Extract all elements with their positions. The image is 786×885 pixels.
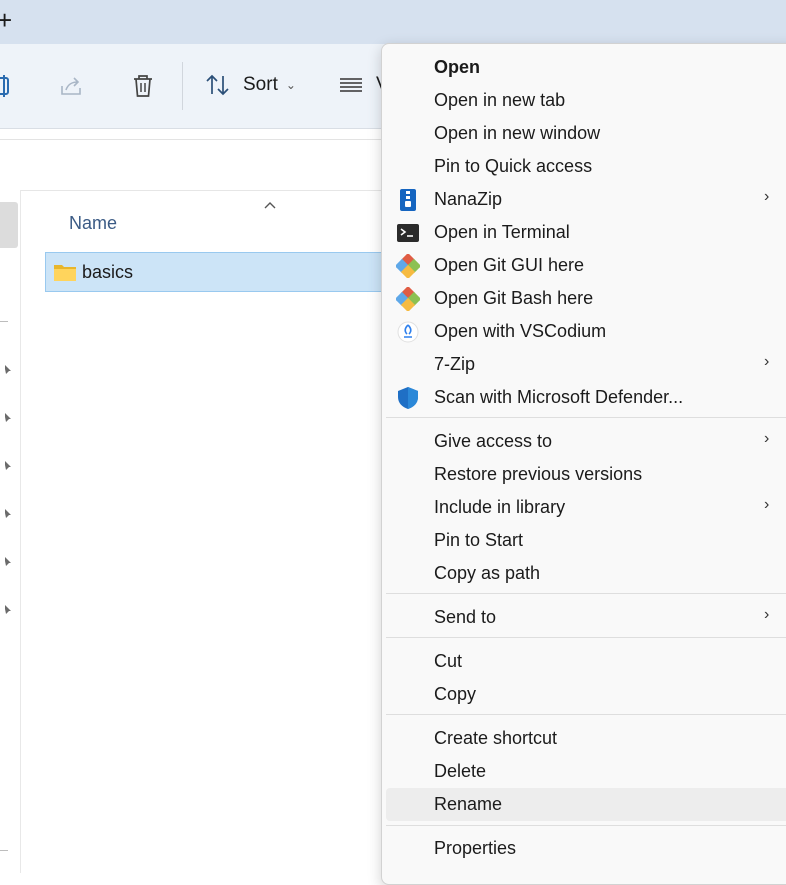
menu-item-label: Delete: [434, 761, 487, 781]
menu-item-copy-as-path[interactable]: Copy as path: [386, 557, 786, 590]
file-name: basics: [82, 262, 134, 282]
menu-separator: [386, 417, 786, 418]
menu-item-open[interactable]: Open: [386, 51, 786, 84]
share-icon[interactable]: [58, 72, 86, 100]
menu-item-label: Cut: [434, 651, 463, 671]
nav-divider: [0, 850, 8, 851]
column-header-name[interactable]: Name: [69, 213, 117, 234]
menu-item-include-library[interactable]: Include in library ›: [386, 491, 786, 524]
menu-item-label: Properties: [434, 838, 517, 858]
menu-item-open-new-tab[interactable]: Open in new tab: [386, 84, 786, 117]
toolbar-separator: [182, 62, 183, 110]
folder-icon: [54, 265, 76, 281]
git-icon: [396, 287, 420, 311]
menu-item-pin-quick-access[interactable]: Pin to Quick access: [386, 150, 786, 183]
menu-item-label: Create shortcut: [434, 728, 558, 748]
menu-item-create-shortcut[interactable]: Create shortcut: [386, 722, 786, 755]
menu-item-label: Open in Terminal: [434, 222, 570, 242]
sort-ascending-icon: [264, 202, 276, 209]
rename-icon[interactable]: [0, 72, 18, 100]
menu-item-label: Pin to Quick access: [434, 156, 593, 176]
sort-icon: [206, 74, 229, 96]
pin-icon: [2, 557, 11, 566]
menu-item-nanazip[interactable]: NanaZip ›: [386, 183, 786, 216]
chevron-down-icon: ⌄: [285, 78, 296, 92]
menu-item-label: NanaZip: [434, 189, 503, 209]
menu-item-copy[interactable]: Copy: [386, 678, 786, 711]
menu-item-label: Open in new tab: [434, 90, 566, 110]
nanazip-icon: [400, 189, 416, 211]
menu-item-send-to[interactable]: Send to ›: [386, 601, 786, 634]
menu-item-label: Pin to Start: [434, 530, 524, 550]
menu-item-label: 7-Zip: [434, 354, 476, 374]
nav-selected-item[interactable]: [0, 202, 18, 248]
menu-item-label: Open Git GUI here: [434, 255, 585, 275]
menu-item-label: Give access to: [434, 431, 553, 451]
vscodium-icon: [397, 321, 419, 343]
menu-item-cut[interactable]: Cut: [386, 645, 786, 678]
menu-item-7zip[interactable]: 7-Zip ›: [386, 348, 786, 381]
menu-item-open-vscodium[interactable]: Open with VSCodium: [386, 315, 786, 348]
navigation-pane: [0, 190, 21, 873]
terminal-icon: [397, 224, 419, 242]
menu-item-properties[interactable]: Properties: [386, 832, 786, 865]
defender-shield-icon: [398, 387, 418, 409]
pin-icon: [2, 461, 11, 470]
chevron-right-icon: ›: [764, 188, 770, 205]
chevron-right-icon: ›: [764, 353, 770, 370]
menu-item-label: Open Git Bash here: [434, 288, 594, 308]
menu-item-restore-versions[interactable]: Restore previous versions: [386, 458, 786, 491]
menu-item-delete[interactable]: Delete: [386, 755, 786, 788]
file-row[interactable]: basics: [45, 252, 405, 292]
pin-icon: [2, 509, 11, 518]
context-menu: Open Open in new tab Open in new window …: [381, 43, 786, 885]
pin-icon: [2, 605, 11, 614]
menu-item-label: Restore previous versions: [434, 464, 643, 484]
menu-item-open-git-bash[interactable]: Open Git Bash here: [386, 282, 786, 315]
menu-item-scan-defender[interactable]: Scan with Microsoft Defender...: [386, 381, 786, 414]
sort-button[interactable]: Sort ⌄: [205, 70, 296, 100]
menu-item-label: Include in library: [434, 497, 566, 517]
new-tab-button[interactable]: +: [0, 6, 12, 34]
menu-item-label: Rename: [434, 794, 503, 814]
menu-separator: [386, 825, 786, 826]
menu-item-give-access[interactable]: Give access to ›: [386, 425, 786, 458]
delete-icon[interactable]: [129, 72, 157, 100]
menu-separator: [386, 637, 786, 638]
title-bar: +: [0, 0, 786, 44]
menu-item-label: Open: [434, 57, 481, 77]
menu-separator: [386, 714, 786, 715]
chevron-right-icon: ›: [764, 496, 770, 513]
view-icon: [340, 78, 362, 92]
menu-item-label: Copy: [434, 684, 477, 704]
menu-separator: [386, 593, 786, 594]
pin-icon: [2, 365, 11, 374]
menu-item-label: Copy as path: [434, 563, 541, 583]
menu-item-rename[interactable]: Rename: [386, 788, 786, 821]
chevron-right-icon: ›: [764, 606, 770, 623]
menu-item-label: Open in new window: [434, 123, 601, 143]
sort-label: Sort: [243, 74, 278, 95]
menu-item-open-terminal[interactable]: Open in Terminal: [386, 216, 786, 249]
git-icon: [396, 254, 420, 278]
menu-item-label: Send to: [434, 607, 497, 627]
menu-item-label: Scan with Microsoft Defender...: [434, 387, 684, 407]
menu-item-open-new-window[interactable]: Open in new window: [386, 117, 786, 150]
menu-item-open-git-gui[interactable]: Open Git GUI here: [386, 249, 786, 282]
chevron-right-icon: ›: [764, 430, 770, 447]
nav-divider: [0, 321, 8, 322]
menu-item-pin-start[interactable]: Pin to Start: [386, 524, 786, 557]
pin-icon: [2, 413, 11, 422]
menu-item-label: Open with VSCodium: [434, 321, 607, 341]
